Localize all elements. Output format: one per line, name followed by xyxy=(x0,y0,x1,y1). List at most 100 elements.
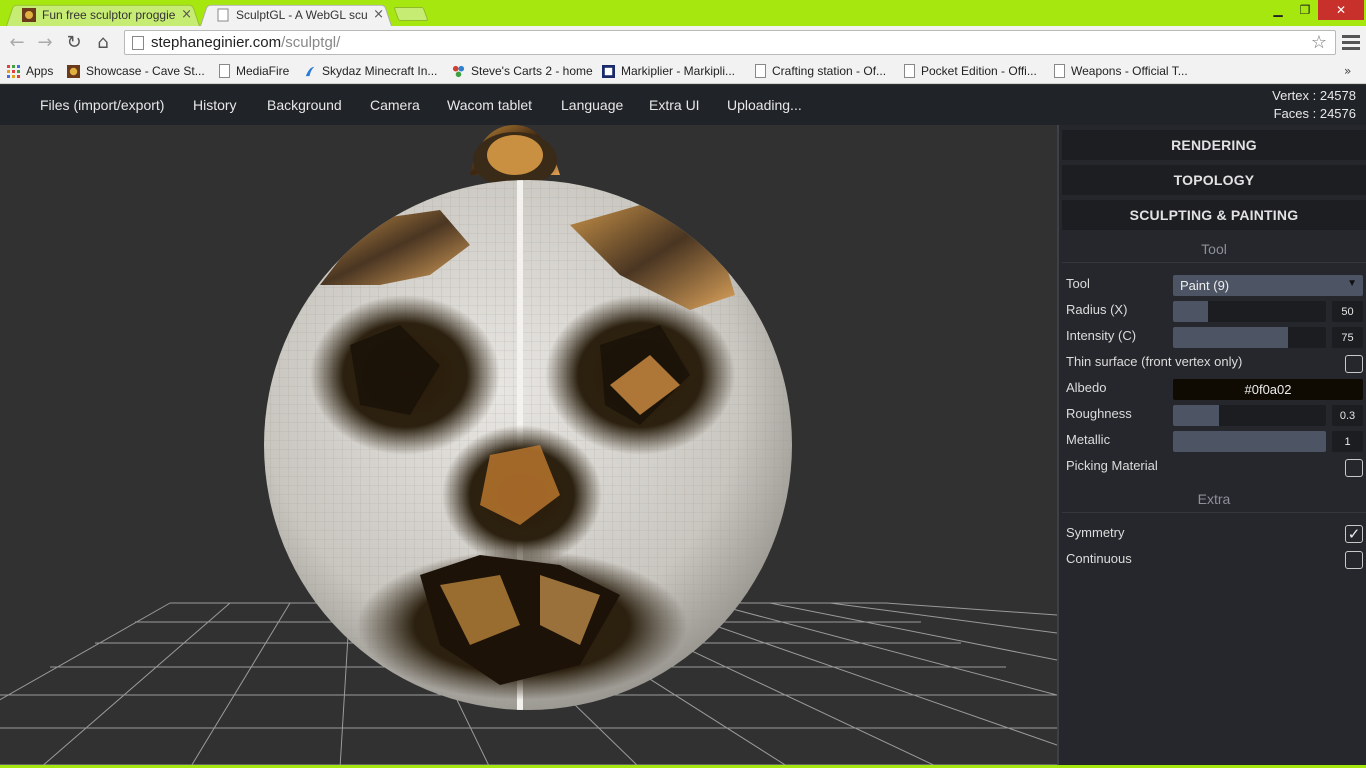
picking-material-checkbox[interactable] xyxy=(1345,459,1363,477)
menu-history[interactable]: History xyxy=(193,97,237,113)
site-favicon xyxy=(67,64,80,78)
roughness-slider-fill xyxy=(1173,405,1219,426)
page-icon xyxy=(219,64,230,78)
browser-toolbar: ← → ↻ ⌂ stephaneginier.com/sculptgl/ ☆ xyxy=(0,26,1366,58)
forward-icon[interactable]: → xyxy=(34,31,56,53)
tab-title: Fun free sculptor proggie xyxy=(42,7,176,22)
albedo-color-picker[interactable]: #0f0a02 xyxy=(1173,379,1363,400)
puzzle-icon xyxy=(452,65,465,77)
metallic-slider[interactable] xyxy=(1173,431,1326,452)
tab-sculptgl[interactable]: SculptGL - A WebGL sculpt × xyxy=(200,3,392,27)
thin-surface-label: Thin surface (front vertex only) xyxy=(1066,354,1243,369)
radius-slider-fill xyxy=(1173,301,1209,322)
radius-slider[interactable] xyxy=(1173,301,1326,322)
url-host: stephaneginier.com xyxy=(151,34,282,51)
page-icon xyxy=(904,64,915,78)
bookmark-label: Pocket Edition - Offi... xyxy=(921,64,1037,78)
bookmark-apps[interactable]: Apps xyxy=(7,62,53,80)
roughness-label: Roughness xyxy=(1066,406,1132,421)
metallic-label: Metallic xyxy=(1066,432,1111,447)
bookmark-weapons[interactable]: Weapons - Official T... xyxy=(1054,62,1188,80)
bookmark-showcase[interactable]: Showcase - Cave St... xyxy=(67,62,205,80)
tool-select[interactable]: Paint (9) ▼ xyxy=(1173,275,1363,296)
vertex-count: Vertex : 24578 xyxy=(1272,88,1356,103)
new-tab-button[interactable] xyxy=(393,7,429,21)
bookmark-label: Apps xyxy=(26,64,54,78)
chevron-down-icon: ▼ xyxy=(1347,278,1357,289)
rendering-section-header[interactable]: RENDERING xyxy=(1062,130,1366,160)
tab-title: SculptGL - A WebGL sculpt xyxy=(236,7,368,22)
menu-uploading[interactable]: Uploading... xyxy=(727,97,802,113)
back-icon[interactable]: ← xyxy=(6,31,28,53)
markiplier-icon xyxy=(602,64,615,78)
symmetry-label: Symmetry xyxy=(1066,525,1125,540)
address-bar[interactable]: stephaneginier.com/sculptgl/ ☆ xyxy=(124,30,1336,55)
bookmark-steves-carts[interactable]: Steve's Carts 2 - home xyxy=(452,62,593,80)
bookmark-label: Crafting station - Of... xyxy=(772,64,887,78)
menu-camera[interactable]: Camera xyxy=(370,97,420,113)
bookmark-crafting-station[interactable]: Crafting station - Of... xyxy=(755,62,886,80)
bookmarks-overflow-icon[interactable]: » xyxy=(1344,64,1351,78)
bookmark-label: Showcase - Cave St... xyxy=(86,64,205,78)
menu-extra-ui[interactable]: Extra UI xyxy=(649,97,700,113)
bookmark-label: Steve's Carts 2 - home xyxy=(471,64,593,78)
sculpting-section-header[interactable]: SCULPTING & PAINTING xyxy=(1062,200,1366,230)
page-icon xyxy=(755,64,766,78)
thin-surface-checkbox[interactable] xyxy=(1345,355,1363,373)
bookmark-star-icon[interactable]: ☆ xyxy=(1311,32,1327,53)
tab-close-icon[interactable]: × xyxy=(181,7,192,22)
maximize-button[interactable]: ❐ xyxy=(1292,0,1318,20)
bookmark-mediafire[interactable]: MediaFire xyxy=(219,62,289,80)
browser-title-bar: Fun free sculptor proggie × SculptGL - A… xyxy=(0,0,1366,27)
tool-select-value: Paint (9) xyxy=(1180,278,1230,293)
face-count: Faces : 24576 xyxy=(1273,106,1356,121)
metallic-value[interactable]: 1 xyxy=(1332,431,1363,452)
radius-value[interactable]: 50 xyxy=(1332,301,1363,322)
top-knob xyxy=(470,125,560,188)
radius-label: Radius (X) xyxy=(1066,302,1128,317)
menu-files[interactable]: Files (import/export) xyxy=(40,97,164,113)
page-icon xyxy=(132,35,144,50)
topology-section-header[interactable]: TOPOLOGY xyxy=(1062,165,1366,195)
intensity-value[interactable]: 75 xyxy=(1332,327,1363,348)
symmetry-checkbox[interactable]: ✓ xyxy=(1345,525,1363,543)
sculpt-viewport[interactable] xyxy=(0,125,1057,768)
menu-background[interactable]: Background xyxy=(267,97,342,113)
sidebar-panel: RENDERING TOPOLOGY SCULPTING & PAINTING … xyxy=(1057,125,1366,768)
continuous-label: Continuous xyxy=(1066,551,1132,566)
intensity-slider-fill xyxy=(1173,327,1288,348)
bookmark-label: Weapons - Official T... xyxy=(1071,64,1188,78)
minimize-button[interactable]: ▁ xyxy=(1264,0,1292,20)
menu-language[interactable]: Language xyxy=(561,97,623,113)
tool-label: Tool xyxy=(1066,276,1090,291)
tool-subheader: Tool xyxy=(1062,235,1366,263)
extra-subheader: Extra xyxy=(1062,485,1366,513)
viewport-canvas[interactable] xyxy=(0,125,1057,768)
metallic-slider-fill xyxy=(1173,431,1326,452)
mesh-stats: Vertex : 24578 Faces : 24576 xyxy=(1272,87,1356,123)
sculptgl-menu-bar: Files (import/export) History Background… xyxy=(0,85,1366,125)
tab-fun-free-sculptor[interactable]: Fun free sculptor proggie × xyxy=(6,3,200,27)
bookmark-markiplier[interactable]: Markiplier - Markipli... xyxy=(602,62,735,80)
albedo-label: Albedo xyxy=(1066,380,1107,395)
bookmark-label: MediaFire xyxy=(236,64,290,78)
bookmarks-bar: Apps Showcase - Cave St... MediaFire Sky… xyxy=(0,58,1366,84)
bookmark-skydaz[interactable]: Skydaz Minecraft In... xyxy=(303,62,437,80)
skydaz-icon xyxy=(305,66,315,76)
tab-close-icon[interactable]: × xyxy=(373,7,384,22)
continuous-checkbox[interactable] xyxy=(1345,551,1363,569)
bookmark-label: Skydaz Minecraft In... xyxy=(322,64,438,78)
menu-wacom-tablet[interactable]: Wacom tablet xyxy=(447,97,532,113)
bookmark-pocket-edition[interactable]: Pocket Edition - Offi... xyxy=(904,62,1037,80)
roughness-slider[interactable] xyxy=(1173,405,1326,426)
picking-material-label: Picking Material xyxy=(1066,458,1158,473)
roughness-value[interactable]: 0.3 xyxy=(1332,405,1363,426)
site-favicon xyxy=(22,7,36,22)
reload-icon[interactable]: ↻ xyxy=(63,31,85,53)
intensity-slider[interactable] xyxy=(1173,327,1326,348)
intensity-label: Intensity (C) xyxy=(1066,328,1137,343)
home-icon[interactable]: ⌂ xyxy=(92,31,114,53)
close-window-button[interactable]: ✕ xyxy=(1318,0,1364,20)
page-icon xyxy=(1054,64,1065,78)
chrome-menu-icon[interactable] xyxy=(1342,31,1360,53)
